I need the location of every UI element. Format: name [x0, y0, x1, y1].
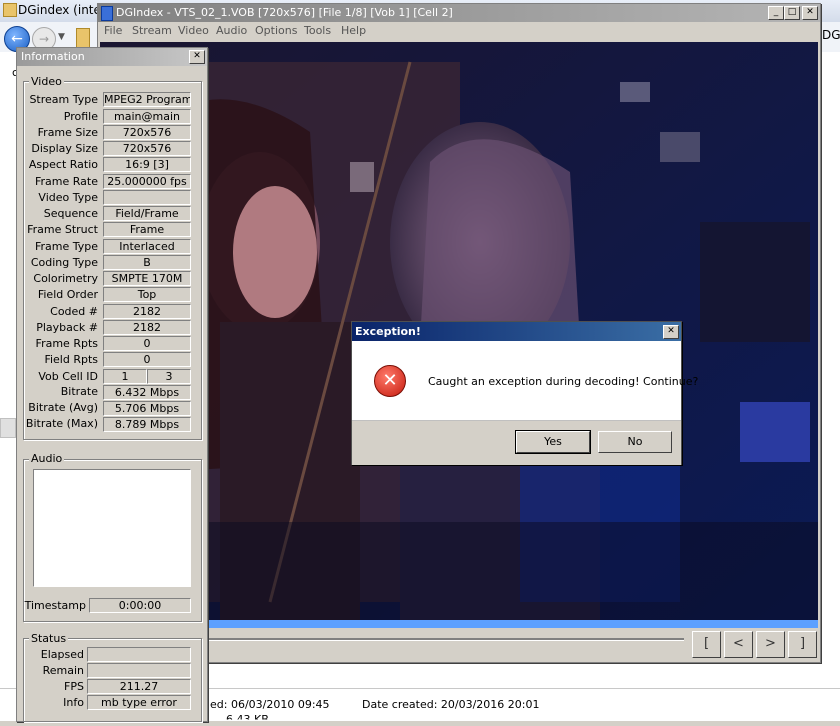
explorer-side-element: [0, 418, 16, 438]
coded-number-label: Coded #: [50, 305, 98, 318]
field-order-value: Top: [103, 287, 191, 302]
frame-size-label: Frame Size: [37, 126, 98, 139]
step-forward-button[interactable]: >: [756, 631, 785, 658]
frame-struct-value: Frame: [103, 222, 191, 237]
bitrate-value: 6.432 Mbps: [103, 385, 191, 400]
colorimetry-label: Colorimetry: [33, 272, 98, 285]
playback-number-value: 2182: [103, 320, 191, 335]
information-panel: Information ✕ Video Stream Type MPEG2 Pr…: [16, 47, 208, 722]
profile-label: Profile: [63, 110, 98, 123]
history-dropdown-icon[interactable]: ▼: [58, 32, 65, 42]
stream-type-value: MPEG2 Program: [103, 92, 191, 107]
folder-icon: [76, 28, 90, 48]
colorimetry-value: SMPTE 170M: [103, 271, 191, 286]
info-titlebar: Information ✕: [17, 48, 207, 66]
display-size-value: 720x576: [103, 141, 191, 156]
minimize-button[interactable]: _: [768, 6, 784, 20]
menu-video[interactable]: Video: [178, 24, 209, 37]
aspect-ratio-label: Aspect Ratio: [28, 158, 98, 171]
frame-rate-label: Frame Rate: [35, 175, 98, 188]
vob-cell-id-label: Vob Cell ID: [38, 370, 98, 383]
cell-id-value: 3: [147, 369, 191, 384]
profile-value: main@main: [103, 109, 191, 124]
remain-value: [87, 663, 191, 678]
window-titlebar: DGIndex - VTS_02_1.VOB [720x576] [File 1…: [98, 4, 820, 22]
field-repeats-label: Field Rpts: [44, 353, 98, 366]
bitrate-label: Bitrate: [60, 385, 98, 398]
frame-type-label: Frame Type: [34, 240, 98, 253]
video-type-value: [103, 190, 191, 205]
app-icon: [101, 6, 113, 21]
stream-type-label: Stream Type: [29, 93, 98, 106]
maximize-button[interactable]: □: [784, 6, 800, 20]
dialog-titlebar: Exception! ✕: [352, 322, 681, 341]
menu-file[interactable]: File: [104, 24, 122, 37]
error-icon: ✕: [374, 365, 406, 397]
dialog-button-bar: Yes No: [352, 420, 681, 465]
coded-number-value: 2182: [103, 304, 191, 319]
info-title: Information: [21, 50, 85, 63]
menu-bar: File Stream Video Audio Options Tools He…: [98, 22, 820, 42]
remain-label: Remain: [42, 664, 84, 677]
fps-label: FPS: [64, 680, 84, 693]
mark-start-button[interactable]: [: [692, 631, 721, 658]
bitrate-avg-label: Bitrate (Avg): [28, 401, 98, 414]
playback-number-label: Playback #: [36, 321, 98, 334]
window-title: DGIndex - VTS_02_1.VOB [720x576] [File 1…: [116, 6, 453, 19]
no-button[interactable]: No: [598, 431, 672, 453]
field-order-label: Field Order: [37, 288, 98, 301]
explorer-right-text: DGi: [822, 28, 840, 42]
dialog-close-button[interactable]: ✕: [663, 325, 679, 339]
frame-size-value: 720x576: [103, 125, 191, 140]
dialog-message: Caught an exception during decoding! Con…: [428, 375, 699, 388]
vob-id-value: 1: [103, 369, 147, 384]
timestamp-value: 0:00:00: [89, 598, 191, 613]
bitrate-max-value: 8.789 Mbps: [103, 417, 191, 432]
exception-dialog: Exception! ✕ ✕ Caught an exception durin…: [351, 321, 698, 465]
mark-end-button[interactable]: ]: [788, 631, 817, 658]
info-label: Info: [63, 696, 84, 709]
menu-tools[interactable]: Tools: [304, 24, 331, 37]
field-repeats-value: 0: [103, 352, 191, 367]
coding-type-label: Coding Type: [30, 256, 98, 269]
yes-button[interactable]: Yes: [515, 430, 591, 454]
elapsed-value: [87, 647, 191, 662]
seek-slider[interactable]: [208, 638, 684, 641]
sequence-value: Field/Frame: [103, 206, 191, 221]
audio-group-label: Audio: [29, 452, 65, 465]
sequence-label: Sequence: [43, 207, 98, 220]
menu-audio[interactable]: Audio: [216, 24, 247, 37]
video-group-label: Video: [29, 75, 64, 88]
status-group-label: Status: [29, 632, 69, 645]
date-created-text: Date created: 20/03/2016 20:01: [362, 698, 540, 711]
dialog-title: Exception!: [355, 325, 421, 338]
frame-type-value: Interlaced: [103, 239, 191, 254]
step-back-button[interactable]: <: [724, 631, 753, 658]
menu-options[interactable]: Options: [255, 24, 297, 37]
bitrate-avg-value: 5.706 Mbps: [103, 401, 191, 416]
video-type-label: Video Type: [38, 191, 98, 204]
display-size-label: Display Size: [31, 142, 98, 155]
frame-rate-value: 25.000000 fps: [103, 174, 191, 189]
info-value: mb type error: [87, 695, 191, 710]
menu-stream[interactable]: Stream: [132, 24, 172, 37]
aspect-ratio-value: 16:9 [3]: [103, 157, 191, 172]
elapsed-label: Elapsed: [40, 648, 84, 661]
menu-help[interactable]: Help: [341, 24, 366, 37]
bitrate-max-label: Bitrate (Max): [25, 417, 98, 430]
info-close-button[interactable]: ✕: [189, 50, 205, 64]
frame-repeats-label: Frame Rpts: [35, 337, 98, 350]
frame-struct-label: Frame Struct: [27, 223, 98, 236]
timestamp-label: Timestamp: [24, 599, 86, 612]
frame-repeats-value: 0: [103, 336, 191, 351]
fps-value: 211.27: [87, 679, 191, 694]
close-button[interactable]: ✕: [802, 6, 818, 20]
date-modified-text: ed: 06/03/2010 09:45: [210, 698, 330, 711]
folder-icon: [3, 3, 17, 17]
explorer-title: DGindex (inte: [18, 3, 101, 17]
coding-type-value: B: [103, 255, 191, 270]
audio-list: [33, 469, 191, 587]
